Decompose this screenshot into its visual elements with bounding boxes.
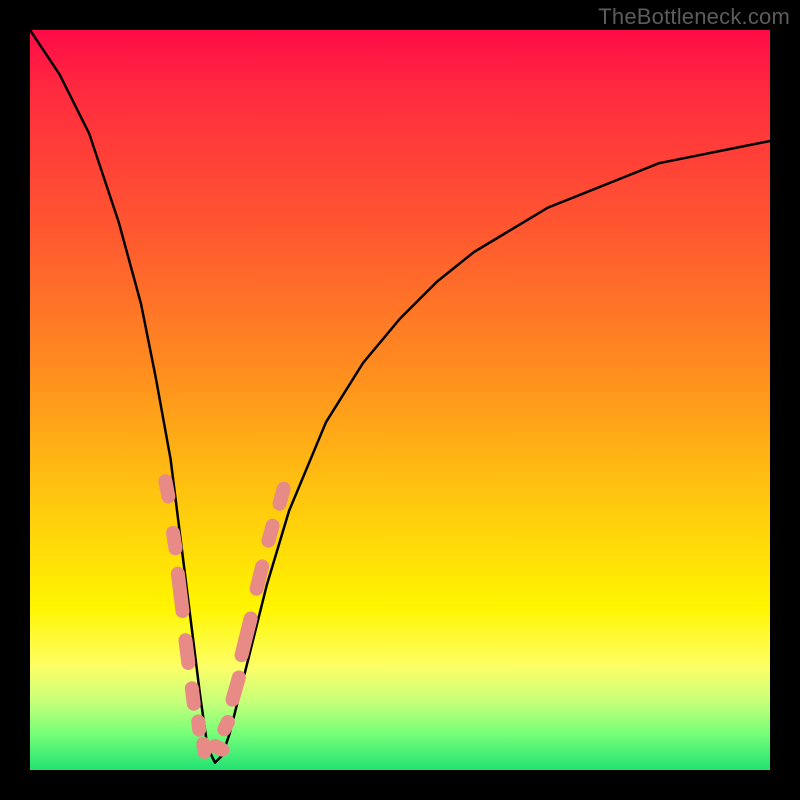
bead — [271, 480, 292, 512]
chart-frame: TheBottleneck.com — [0, 0, 800, 800]
bead — [165, 525, 183, 556]
plot-area — [30, 30, 770, 770]
bottleneck-curve — [30, 30, 770, 763]
bead — [248, 558, 271, 597]
bead — [224, 669, 248, 708]
curve-layer — [30, 30, 770, 770]
bead — [233, 610, 259, 664]
bead — [190, 714, 207, 738]
watermark-text: TheBottleneck.com — [598, 4, 790, 30]
